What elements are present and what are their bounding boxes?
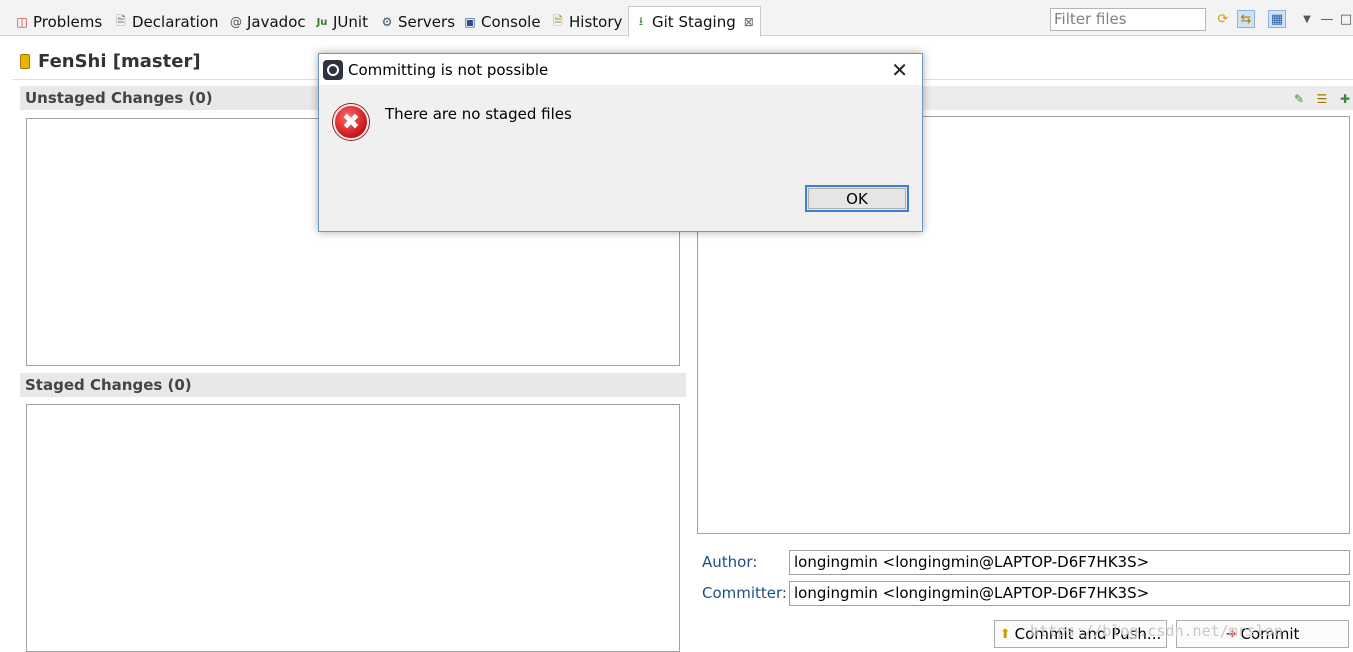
tab-label: Servers: [398, 13, 456, 31]
tab-label: Declaration: [132, 13, 219, 31]
repository-title: FenShi [master]: [20, 48, 201, 74]
author-label: Author:: [702, 553, 758, 571]
tab-junit[interactable]: Ju JUnit: [314, 8, 368, 36]
error-dialog: Committing is not possible ✕ ✖ There are…: [318, 53, 923, 232]
filter-files-input[interactable]: Filter files: [1050, 8, 1206, 31]
repository-icon: [20, 53, 30, 69]
error-icon: ✖: [333, 104, 369, 140]
tab-label: Problems: [33, 13, 103, 31]
history-icon: 🗎: [553, 13, 563, 28]
junit-icon: Ju: [316, 16, 328, 28]
tab-javadoc[interactable]: @ Javadoc: [228, 8, 306, 36]
tab-history[interactable]: 🗎 History: [550, 8, 622, 36]
author-field[interactable]: longingmin <longingmin@LAPTOP-D6F7HK3S>: [789, 550, 1350, 575]
view-menu-icon[interactable]: ▼: [1298, 10, 1316, 28]
eclipse-icon: [323, 59, 343, 80]
staged-changes-list[interactable]: [26, 404, 680, 652]
tab-label: Javadoc: [247, 13, 306, 31]
committer-field[interactable]: longingmin <longingmin@LAPTOP-D6F7HK3S>: [789, 581, 1350, 606]
dialog-title: Committing is not possible: [348, 60, 549, 79]
refresh-icon[interactable]: ⟳: [1214, 10, 1232, 28]
declaration-icon: 🗎: [116, 13, 126, 28]
minimize-icon[interactable]: —: [1318, 10, 1336, 28]
git-staging-icon: ⭳: [638, 13, 644, 28]
view-tab-bar: ◫ Problems 🗎 Declaration @ Javadoc Ju JU…: [0, 0, 1353, 37]
committer-label: Committer:: [702, 584, 787, 602]
tab-git-staging[interactable]: ⭳ Git Staging ⊠: [628, 6, 761, 37]
tab-servers[interactable]: ⚙ Servers: [379, 8, 455, 36]
sign-off-icon[interactable]: ✎: [1290, 90, 1308, 108]
tab-label: History: [569, 13, 623, 31]
close-icon[interactable]: ✕: [891, 58, 908, 82]
layout-icon[interactable]: ▦: [1268, 10, 1286, 28]
servers-icon: ⚙: [381, 15, 393, 29]
dialog-titlebar[interactable]: Committing is not possible: [319, 54, 922, 85]
staged-changes-header[interactable]: Staged Changes (0): [20, 373, 686, 397]
compare-mode-icon[interactable]: ⇆: [1237, 10, 1255, 28]
close-icon[interactable]: ⊠: [744, 15, 754, 29]
tab-label: Git Staging: [652, 13, 736, 31]
amend-icon[interactable]: ✚: [1336, 90, 1353, 108]
console-icon: ▣: [464, 15, 476, 29]
dialog-message: There are no staged files: [385, 105, 572, 123]
tab-label: JUnit: [333, 13, 368, 31]
watermark: https://blog.csdn.net/mrslon: [1030, 622, 1283, 640]
tab-console[interactable]: ▣ Console: [462, 8, 541, 36]
problems-icon: ◫: [16, 15, 28, 29]
commit-message-toolbar: ✎ ☰ ✚: [1290, 90, 1353, 108]
push-icon: ⬆: [999, 626, 1011, 642]
maximize-icon[interactable]: □: [1337, 10, 1353, 28]
ok-button[interactable]: OK: [805, 185, 909, 212]
tab-declaration[interactable]: 🗎 Declaration: [113, 8, 218, 36]
tab-label: Console: [481, 13, 541, 31]
repository-name: FenShi [master]: [38, 50, 201, 72]
tab-problems[interactable]: ◫ Problems: [14, 8, 102, 36]
add-change-id-icon[interactable]: ☰: [1313, 90, 1331, 108]
javadoc-icon: @: [230, 15, 242, 29]
